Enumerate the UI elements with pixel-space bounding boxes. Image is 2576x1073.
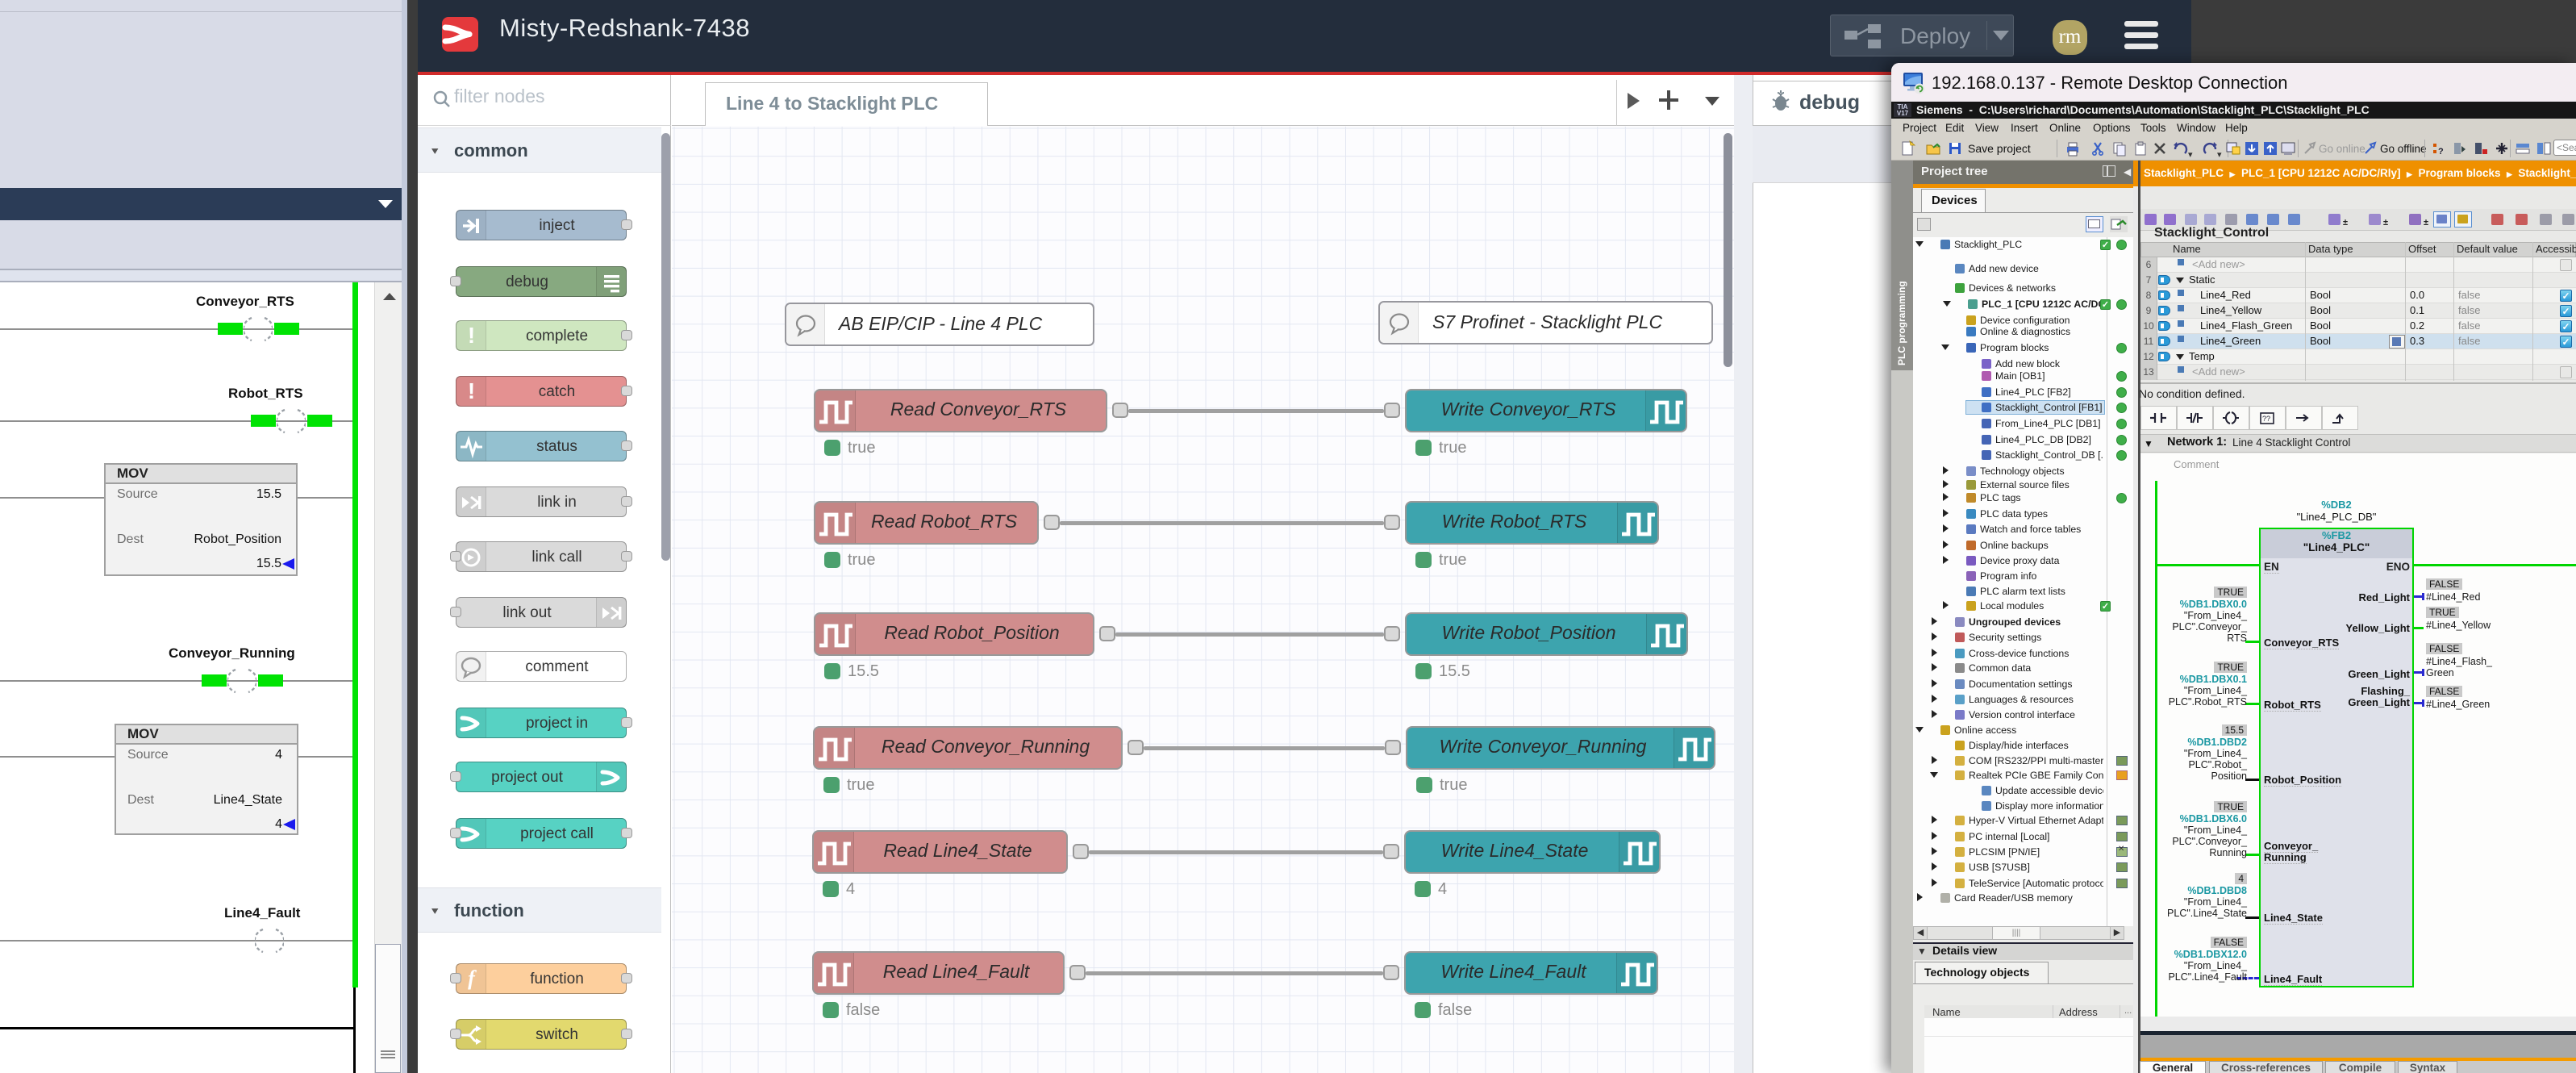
svg-text:?: ? — [2438, 147, 2444, 157]
svg-text:??: ?? — [2262, 415, 2270, 423]
